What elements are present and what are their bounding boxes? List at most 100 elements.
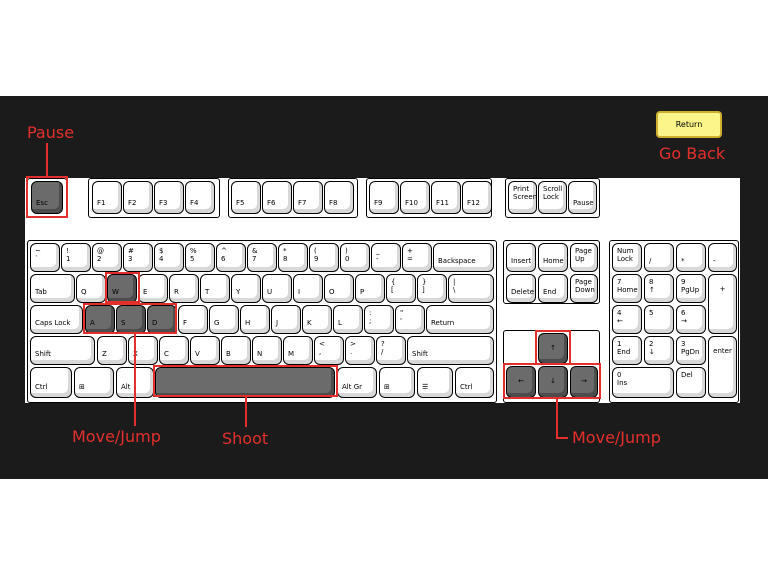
key-f[interactable]: F bbox=[178, 305, 208, 334]
key-bracket-left[interactable]: {[ bbox=[386, 274, 416, 303]
key-r[interactable]: R bbox=[169, 274, 199, 303]
key-arrow-left[interactable]: ← bbox=[506, 366, 536, 398]
key-home[interactable]: Home bbox=[538, 243, 568, 272]
return-button[interactable]: Return bbox=[656, 111, 722, 138]
key-f2[interactable]: F2 bbox=[123, 181, 153, 214]
key-f3[interactable]: F3 bbox=[154, 181, 184, 214]
key-q[interactable]: Q bbox=[76, 274, 106, 303]
key-slash[interactable]: ? / bbox=[376, 336, 406, 365]
key-s[interactable]: S bbox=[116, 305, 146, 334]
key-f10[interactable]: F10 bbox=[400, 181, 430, 214]
key-v[interactable]: V bbox=[190, 336, 220, 365]
key-t[interactable]: T bbox=[200, 274, 230, 303]
key-f9[interactable]: F9 bbox=[369, 181, 399, 214]
key-backslash[interactable]: | \ bbox=[448, 274, 494, 303]
key-alt-gr[interactable]: Alt Gr bbox=[337, 367, 377, 398]
key-num0[interactable]: 0 Ins bbox=[612, 367, 674, 398]
key-backspace[interactable]: Backspace bbox=[433, 243, 494, 272]
key-digit6[interactable]: ^ 6 bbox=[216, 243, 246, 272]
key-num1[interactable]: 1 End bbox=[612, 336, 642, 365]
key-f8[interactable]: F8 bbox=[324, 181, 354, 214]
key-backtick[interactable]: ~ ` bbox=[30, 243, 60, 272]
key-z[interactable]: Z bbox=[97, 336, 127, 365]
key-i[interactable]: I bbox=[293, 274, 323, 303]
key-return[interactable]: Return bbox=[426, 305, 494, 334]
key-shift-right[interactable]: Shift bbox=[407, 336, 494, 365]
key-insert[interactable]: Insert bbox=[506, 243, 536, 272]
key-digit5[interactable]: % 5 bbox=[185, 243, 215, 272]
key-m[interactable]: M bbox=[283, 336, 313, 365]
key-space[interactable] bbox=[155, 367, 335, 398]
key-j[interactable]: J bbox=[271, 305, 301, 334]
key-num3[interactable]: 3 PgDn bbox=[676, 336, 706, 365]
key-print-screen[interactable]: Print Screen bbox=[508, 181, 537, 214]
key-caps-lock[interactable]: Caps Lock bbox=[30, 305, 83, 334]
key-f6[interactable]: F6 bbox=[262, 181, 292, 214]
key-bracket-right[interactable]: }] bbox=[417, 274, 447, 303]
key-f5[interactable]: F5 bbox=[231, 181, 261, 214]
key-quote[interactable]: " ' bbox=[395, 305, 425, 334]
key-h[interactable]: H bbox=[240, 305, 270, 334]
key-num6[interactable]: 6 → bbox=[676, 305, 706, 334]
key-delete[interactable]: Delete bbox=[506, 274, 536, 303]
key-num-enter[interactable]: enter bbox=[708, 336, 737, 398]
key-win-left[interactable]: ⊞ bbox=[74, 367, 114, 398]
key-u[interactable]: U bbox=[262, 274, 292, 303]
key-num-minus[interactable]: - bbox=[708, 243, 737, 272]
key-minus[interactable]: _ - bbox=[371, 243, 401, 272]
key-end[interactable]: End bbox=[538, 274, 568, 303]
key-win-right[interactable]: ⊞ bbox=[379, 367, 415, 398]
key-num9[interactable]: 9 PgUp bbox=[676, 274, 706, 303]
key-b[interactable]: B bbox=[221, 336, 251, 365]
key-p[interactable]: P bbox=[355, 274, 385, 303]
key-f7[interactable]: F7 bbox=[293, 181, 323, 214]
key-num-decimal[interactable]: Del bbox=[676, 367, 706, 398]
key-tab[interactable]: Tab bbox=[30, 274, 75, 303]
key-num-divide[interactable]: / bbox=[644, 243, 674, 272]
key-digit8[interactable]: * 8 bbox=[278, 243, 308, 272]
key-menu[interactable]: ☰ bbox=[417, 367, 453, 398]
key-x[interactable]: X bbox=[128, 336, 158, 365]
key-k[interactable]: K bbox=[302, 305, 332, 334]
key-digit4[interactable]: $4 bbox=[154, 243, 184, 272]
key-pause[interactable]: Pause bbox=[568, 181, 597, 214]
key-comma[interactable]: <, bbox=[314, 336, 344, 365]
key-f11[interactable]: F11 bbox=[431, 181, 461, 214]
key-digit2[interactable]: @2 bbox=[92, 243, 122, 272]
key-esc[interactable]: Esc bbox=[31, 181, 63, 214]
key-e[interactable]: E bbox=[138, 274, 168, 303]
key-period[interactable]: >. bbox=[345, 336, 375, 365]
key-o[interactable]: O bbox=[324, 274, 354, 303]
key-f4[interactable]: F4 bbox=[185, 181, 215, 214]
key-num-multiply[interactable]: * bbox=[676, 243, 706, 272]
key-d[interactable]: D bbox=[147, 305, 177, 334]
key-arrow-up[interactable]: ↑ bbox=[538, 333, 568, 364]
key-ctrl-left[interactable]: Ctrl bbox=[30, 367, 72, 398]
key-y[interactable]: Y bbox=[231, 274, 261, 303]
key-w[interactable]: W bbox=[107, 274, 137, 303]
key-equal[interactable]: + = bbox=[402, 243, 432, 272]
key-num7[interactable]: 7 Home bbox=[612, 274, 642, 303]
key-scroll-lock[interactable]: Scroll Lock bbox=[538, 181, 567, 214]
key-num4[interactable]: 4 ← bbox=[612, 305, 642, 334]
key-digit9[interactable]: (9 bbox=[309, 243, 339, 272]
key-num5[interactable]: 5 bbox=[644, 305, 674, 334]
key-c[interactable]: C bbox=[159, 336, 189, 365]
key-num2[interactable]: 2 ↓ bbox=[644, 336, 674, 365]
key-n[interactable]: N bbox=[252, 336, 282, 365]
key-arrow-down[interactable]: ↓ bbox=[538, 366, 568, 398]
key-semicolon[interactable]: :; bbox=[364, 305, 394, 334]
key-arrow-right[interactable]: → bbox=[570, 366, 598, 398]
key-f1[interactable]: F1 bbox=[92, 181, 122, 214]
key-a[interactable]: A bbox=[85, 305, 115, 334]
key-page-down[interactable]: Page Down bbox=[570, 274, 598, 303]
key-digit1[interactable]: ! 1 bbox=[61, 243, 91, 272]
key-num8[interactable]: 8 ↑ bbox=[644, 274, 674, 303]
key-page-up[interactable]: Page Up bbox=[570, 243, 598, 272]
key-digit7[interactable]: & 7 bbox=[247, 243, 277, 272]
key-ctrl-right[interactable]: Ctrl bbox=[455, 367, 494, 398]
key-num-lock[interactable]: Num Lock bbox=[612, 243, 642, 272]
key-digit3[interactable]: #3 bbox=[123, 243, 153, 272]
key-g[interactable]: G bbox=[209, 305, 239, 334]
key-digit0[interactable]: ) 0 bbox=[340, 243, 370, 272]
